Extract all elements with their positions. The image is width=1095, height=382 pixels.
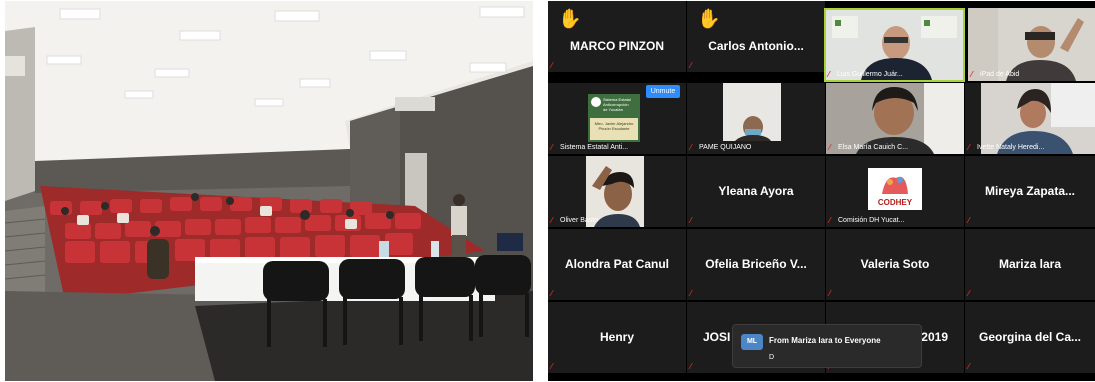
participant-caption: PAME QUIJANO — [699, 144, 752, 151]
active-speaker-tile[interactable]: ⁄ Luis Guillermo Juár... — [824, 8, 965, 82]
mic-muted-icon: ⁄ — [829, 216, 831, 225]
mic-muted-icon: ⁄ — [551, 216, 553, 225]
participant-caption: iPad de Abid — [980, 71, 1020, 78]
raised-hand-icon: ✋ — [697, 9, 721, 30]
participant-tile[interactable]: Georgina del Ca... ⁄ — [965, 302, 1095, 373]
participant-name: Alondra Pat Canul — [564, 257, 669, 271]
participant-tile[interactable]: ✋ Carlos Antonio... ⁄ — [687, 1, 825, 72]
mic-muted-icon: ⁄ — [968, 362, 970, 371]
participant-name: Carlos Antonio... — [708, 39, 804, 53]
participant-name: Georgina del Ca... — [978, 330, 1082, 344]
raised-hand-icon: ✋ — [558, 9, 582, 30]
participant-tile[interactable]: Mariza lara ⁄ — [965, 229, 1095, 300]
mic-muted-icon: ⁄ — [968, 143, 970, 152]
codhey-logo-text: CODHEY — [877, 198, 913, 207]
mic-muted-icon: ⁄ — [828, 70, 830, 79]
mic-muted-icon: ⁄ — [968, 289, 970, 298]
auditorium-photo — [5, 1, 533, 381]
participant-caption: Ivette Nataly Heredi... — [977, 144, 1045, 151]
participant-name: Ofelia Briceño V... — [705, 257, 807, 271]
participant-tile[interactable]: Valeria Soto ⁄ — [826, 229, 964, 300]
mic-muted-icon: ⁄ — [829, 143, 831, 152]
participant-tile[interactable]: ⁄ Elsa María Cauich C... — [826, 83, 964, 154]
participant-tile[interactable]: Ofelia Briceño V... ⁄ — [687, 229, 825, 300]
mic-muted-icon: ⁄ — [968, 216, 970, 225]
mic-muted-icon: ⁄ — [551, 362, 553, 371]
sistema-sign: Mtro. Javier Alejandro Pinzón Escalante — [590, 118, 638, 140]
participant-tile[interactable]: CODHEY ⁄ Comisión DH Yucat... — [826, 156, 964, 227]
participant-caption: Sistema Estatal Anti... — [560, 144, 629, 151]
participant-caption: Comisión DH Yucat... — [838, 217, 905, 224]
participant-tile[interactable]: Yleana Ayora ⁄ — [687, 156, 825, 227]
zoom-gallery: ✋ MARCO PINZON ⁄ ✋ Carlos Antonio... ⁄ ⁄… — [548, 1, 1095, 381]
mic-muted-icon: ⁄ — [690, 143, 692, 152]
participant-name: MARCO PINZON — [570, 39, 664, 53]
mic-muted-icon: ⁄ — [690, 61, 692, 70]
mic-muted-icon: ⁄ — [971, 70, 973, 79]
mic-muted-icon: ⁄ — [551, 143, 553, 152]
participant-name: Henry — [599, 330, 634, 344]
org-logo-image: Sistema Estatal Anticorrupción de Yucatá… — [588, 94, 640, 142]
participant-tile[interactable]: ⁄ PAME QUIJANO — [687, 83, 825, 154]
participant-name: Valeria Soto — [860, 257, 930, 271]
participant-tile[interactable]: ⁄ iPad de Abid — [968, 8, 1095, 81]
participant-name: JOSI — [703, 330, 731, 344]
chat-notification[interactable]: ML From Mariza lara to Everyone D — [732, 324, 922, 368]
sistema-logo-text: Sistema Estatal Anticorrupción de Yucatá… — [603, 97, 631, 112]
participant-tile[interactable]: Mireya Zapata... ⁄ — [965, 156, 1095, 227]
participant-tile[interactable]: ⁄ Ivette Nataly Heredi... — [965, 83, 1095, 154]
mic-muted-icon: ⁄ — [829, 289, 831, 298]
participant-caption: Oliver Basto — [560, 217, 599, 224]
sender-avatar: ML — [741, 334, 763, 350]
mic-muted-icon: ⁄ — [551, 61, 553, 70]
participant-tile[interactable]: Alondra Pat Canul ⁄ — [548, 229, 686, 300]
participant-caption: Luis Guillermo Juár... — [837, 71, 903, 78]
unmute-button[interactable]: Unmute — [646, 85, 680, 98]
participant-name: Mariza lara — [998, 257, 1062, 271]
codhey-emblem — [868, 168, 922, 200]
participant-name: Mireya Zapata... — [984, 184, 1076, 198]
participant-caption: Elsa María Cauich C... — [838, 144, 909, 151]
video-feed — [723, 83, 781, 141]
codhey-logo: CODHEY — [868, 168, 922, 210]
chat-from-label: From Mariza lara to Everyone — [769, 336, 881, 345]
participant-name: Yleana Ayora — [718, 184, 794, 198]
chat-message: D — [769, 354, 775, 361]
participant-tile[interactable]: ⁄ Oliver Basto — [548, 156, 686, 227]
participant-tile[interactable]: ✋ MARCO PINZON ⁄ — [548, 1, 686, 72]
mic-muted-icon: ⁄ — [690, 362, 692, 371]
mic-muted-icon: ⁄ — [690, 289, 692, 298]
mic-muted-icon: ⁄ — [551, 289, 553, 298]
participant-tile[interactable]: Henry ⁄ — [548, 302, 686, 373]
mic-muted-icon: ⁄ — [690, 216, 692, 225]
